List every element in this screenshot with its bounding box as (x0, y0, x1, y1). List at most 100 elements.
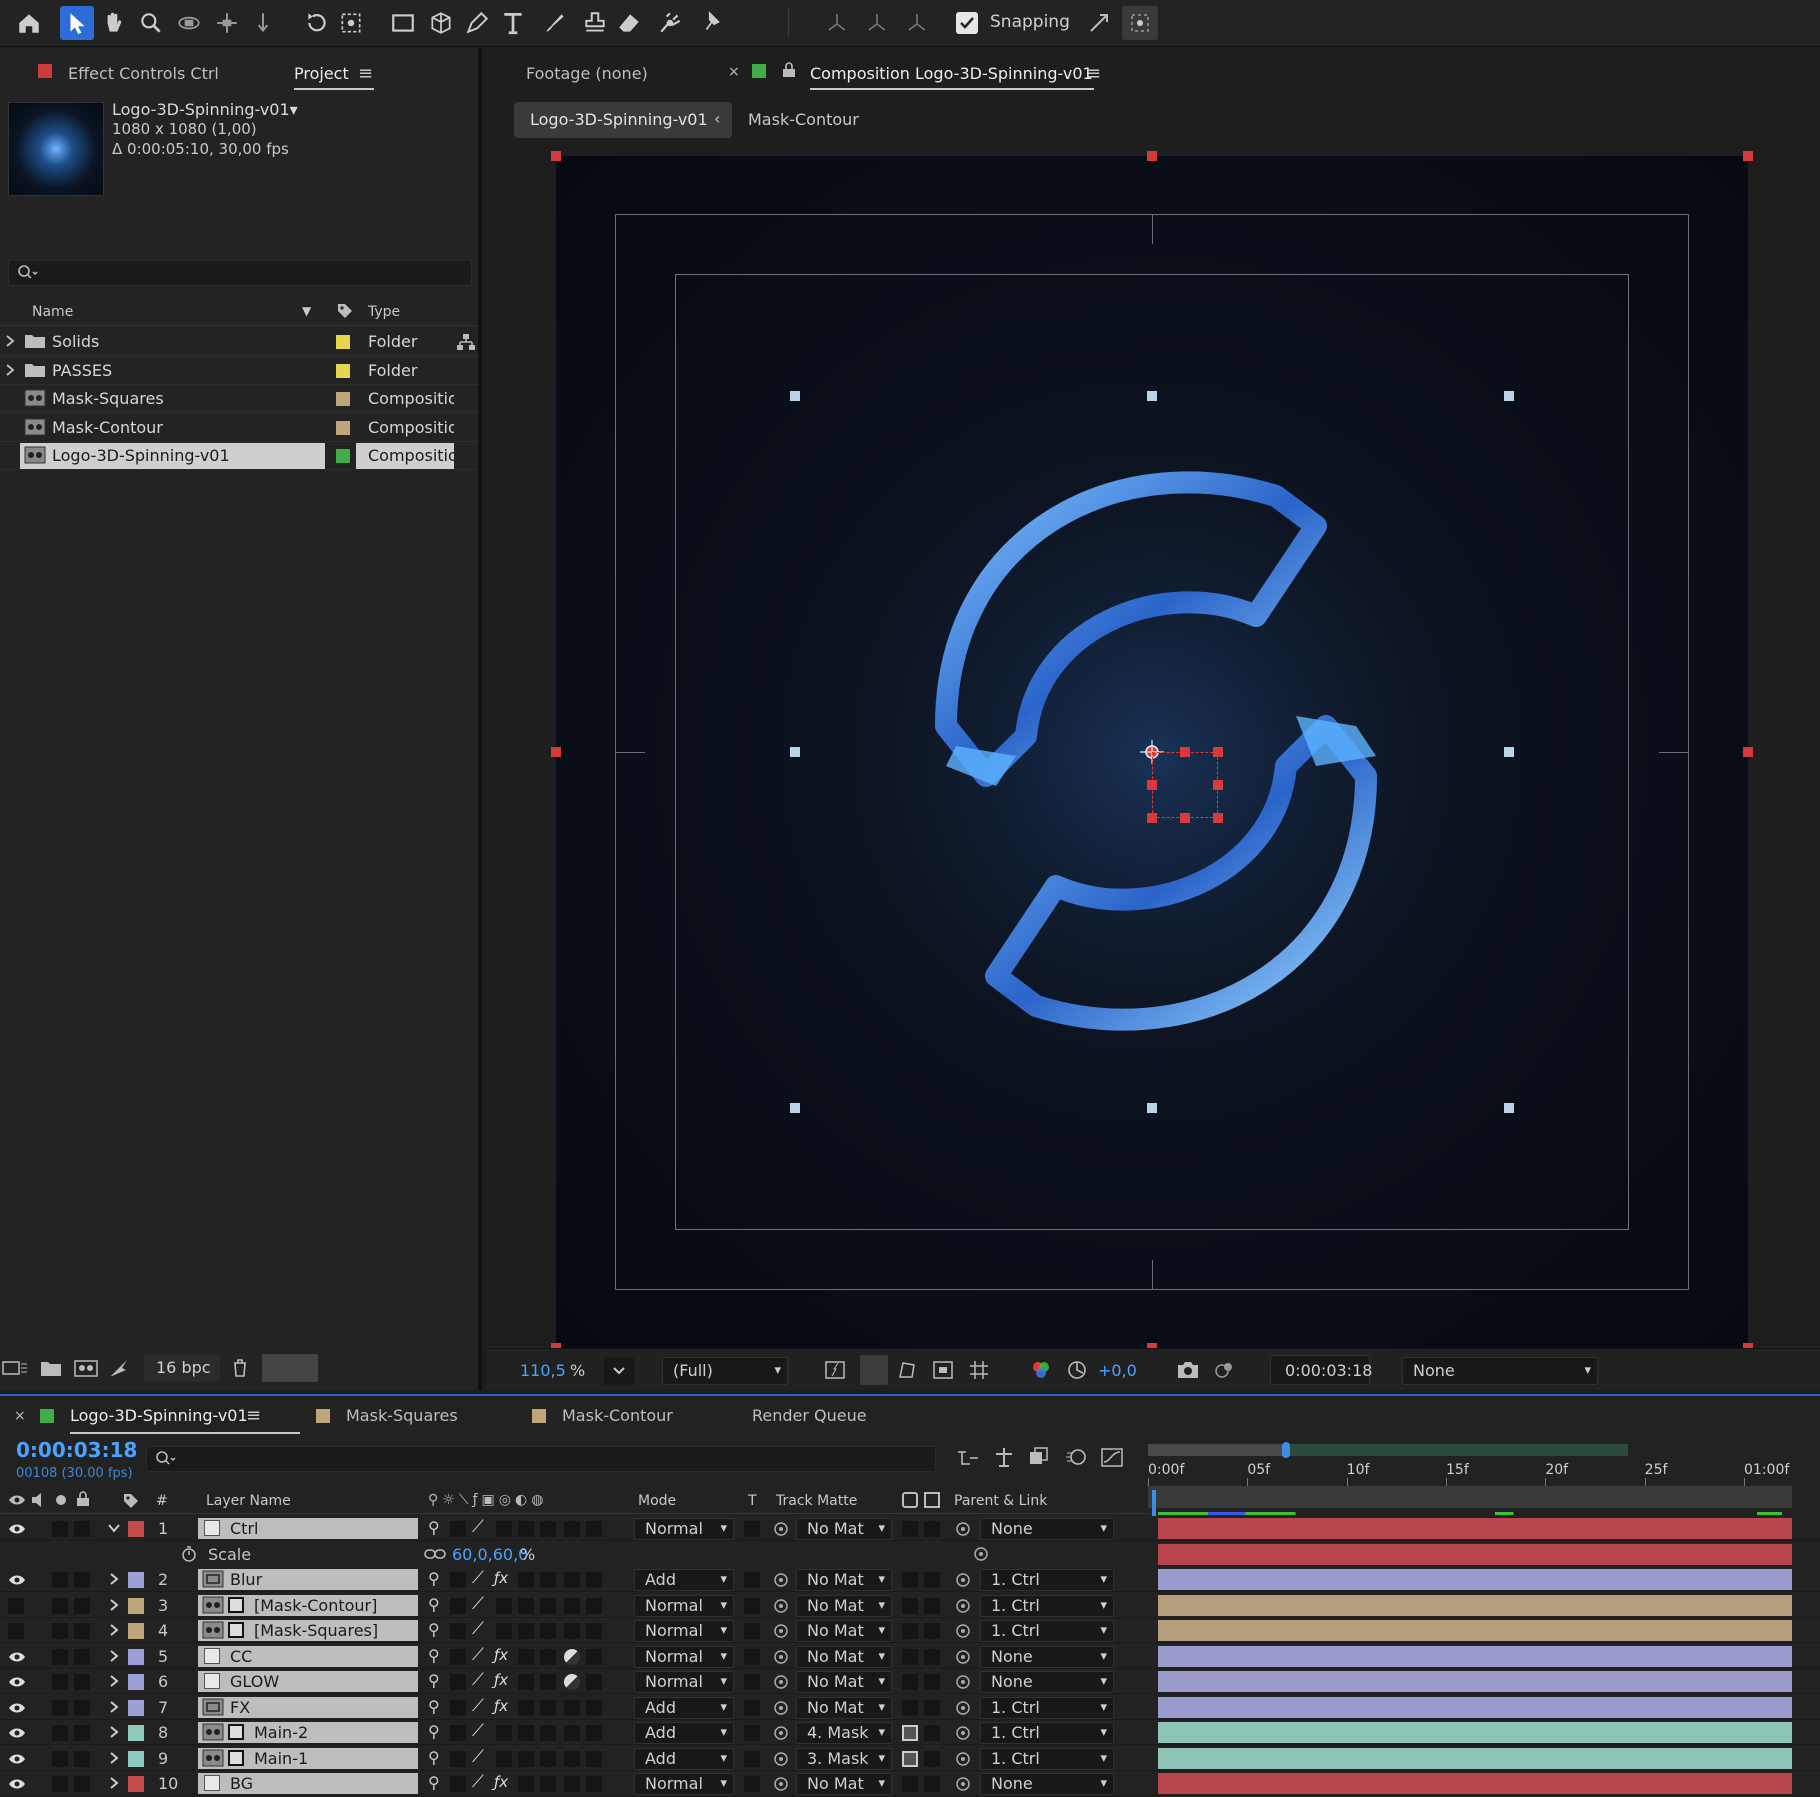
property-keyframe-track[interactable] (1158, 1543, 1792, 1565)
reset-exposure-icon[interactable] (1066, 1359, 1088, 1381)
parent-pickwhip-icon[interactable] (954, 1571, 972, 1589)
3d-layer-switch[interactable] (586, 1776, 602, 1792)
video-visibility-toggle[interactable] (8, 1597, 24, 1614)
layer-mode-dropdown[interactable]: Normal ▾ (634, 1620, 734, 1642)
layer-mode-dropdown[interactable]: Add ▾ (634, 1696, 734, 1719)
3d-layer-switch[interactable] (586, 1648, 602, 1665)
track-matte-dropdown[interactable]: No Mat ▾ (796, 1696, 892, 1719)
adjustment-switch[interactable] (564, 1597, 580, 1614)
parent-dropdown[interactable]: 1. Ctrl ▾ (980, 1696, 1114, 1719)
label-color-swatch[interactable] (336, 392, 350, 406)
snap-features-icon[interactable] (1122, 6, 1158, 40)
matte-invert-toggle[interactable] (924, 1648, 940, 1665)
lock-toggle[interactable] (74, 1674, 90, 1690)
effects-switch[interactable] (496, 1623, 512, 1639)
video-visibility-icon[interactable] (8, 1492, 26, 1508)
layer-label-color[interactable] (128, 1521, 144, 1537)
lock-toggle[interactable] (74, 1597, 90, 1614)
solo-toggle[interactable] (52, 1674, 68, 1690)
layer-transform-handle[interactable] (1504, 747, 1514, 757)
3d-layer-switch[interactable] (586, 1750, 602, 1767)
tab-effect-controls[interactable]: Effect Controls Ctrl (68, 64, 219, 83)
motion-blur-switch[interactable] (540, 1674, 556, 1690)
motion-blur-switch[interactable] (540, 1699, 556, 1716)
parent-pickwhip-icon[interactable] (954, 1750, 972, 1768)
pickwhip-icon[interactable] (772, 1750, 790, 1768)
matte-alpha-toggle[interactable] (902, 1699, 918, 1716)
quality-switch-icon[interactable]: ⟋ (472, 1670, 484, 1690)
layer-mode-dropdown[interactable]: Add ▾ (634, 1722, 734, 1744)
lock-toggle[interactable] (74, 1699, 90, 1716)
solo-toggle[interactable] (52, 1699, 68, 1716)
matte-alpha-toggle[interactable] (902, 1648, 918, 1665)
current-time-display[interactable]: 0:00:03:18 (16, 1438, 137, 1462)
interpret-footage-icon[interactable] (2, 1358, 28, 1378)
layer-row[interactable]: 9 Main-1 ⚲ ⟋ Add ▾ 3. Mask ▾ 1. Ctrl ▾ (0, 1746, 1820, 1771)
label-tag-icon[interactable] (122, 1492, 140, 1510)
pickwhip-icon[interactable] (772, 1673, 790, 1691)
breadcrumb-next[interactable]: Mask-Contour (748, 110, 859, 129)
mask-path-visibility-icon[interactable] (896, 1359, 918, 1381)
matte-alpha-icon[interactable] (902, 1750, 918, 1767)
video-visibility-icon[interactable] (8, 1700, 26, 1716)
thumbnail-transparency-swatch[interactable] (262, 1354, 318, 1382)
effects-switch[interactable] (496, 1597, 512, 1614)
matte-invert-toggle[interactable] (924, 1674, 940, 1690)
layer-row[interactable]: 5 CC ⚲ ⟋ ƒx Normal ▾ No Mat ▾ None ▾ (0, 1644, 1820, 1669)
grid-guides-icon[interactable] (968, 1359, 990, 1381)
layer-duration-bar[interactable] (1158, 1722, 1792, 1743)
track-matte-dropdown[interactable]: No Mat ▾ (796, 1518, 892, 1540)
col-type-header[interactable]: Type (368, 304, 400, 320)
work-area-handle[interactable] (1282, 1442, 1290, 1458)
breadcrumb-active[interactable]: Logo-3D-Spinning-v01 ‹ (514, 102, 732, 138)
close-tab-icon[interactable]: × (728, 64, 740, 80)
constrain-proportions-icon[interactable] (424, 1545, 446, 1563)
region-of-interest-icon[interactable] (932, 1359, 954, 1381)
parent-pickwhip-icon[interactable] (954, 1775, 972, 1793)
audio-icon[interactable] (30, 1492, 48, 1508)
pickwhip-icon[interactable] (772, 1699, 790, 1717)
matte-invert-toggle[interactable] (924, 1572, 940, 1588)
shy-layers-icon[interactable] (992, 1446, 1016, 1468)
layer-duration-bar[interactable] (1158, 1620, 1792, 1641)
motion-blur-switch[interactable] (540, 1776, 556, 1792)
motion-blur-switch[interactable] (540, 1521, 556, 1537)
collapse-switch[interactable] (450, 1699, 466, 1716)
track-matte-dropdown[interactable]: No Mat ▾ (796, 1569, 892, 1591)
expression-pickwhip-icon[interactable] (972, 1545, 990, 1563)
collapse-switch[interactable] (450, 1597, 466, 1614)
shy-switch-icon[interactable]: ⚲ (428, 1722, 440, 1741)
track-matte-dropdown[interactable]: No Mat ▾ (796, 1594, 892, 1617)
motion-blur-switch[interactable] (540, 1623, 556, 1639)
effects-switch[interactable] (496, 1521, 512, 1537)
type-tool[interactable] (496, 6, 530, 40)
lock-icon[interactable] (76, 1491, 90, 1507)
pickwhip-icon[interactable] (772, 1648, 790, 1666)
quality-switch-icon[interactable]: ⟋ (472, 1696, 484, 1716)
layer-row[interactable]: 7 FX ⚲ ⟋ ƒx Add ▾ No Mat ▾ 1. Ctrl ▾ (0, 1695, 1820, 1720)
snapping-checkbox[interactable] (956, 12, 978, 34)
eraser-tool[interactable] (612, 6, 646, 40)
roto-brush-tool[interactable] (654, 6, 688, 40)
video-visibility-icon[interactable] (8, 1725, 26, 1741)
3d-layer-switch[interactable] (586, 1572, 602, 1588)
collapse-switch[interactable] (450, 1674, 466, 1690)
layer-label-color[interactable] (128, 1648, 144, 1665)
collapse-switch[interactable] (450, 1623, 466, 1639)
matte-alpha-toggle[interactable] (902, 1776, 918, 1792)
track-matte-dropdown[interactable]: 3. Mask ▾ (796, 1747, 892, 1770)
motion-blur-switch[interactable] (540, 1725, 556, 1741)
video-visibility-icon[interactable] (8, 1521, 26, 1537)
chevron-right-icon[interactable] (106, 1724, 122, 1740)
track-matte-dropdown[interactable]: No Mat ▾ (796, 1773, 892, 1795)
layer-mode-dropdown[interactable]: Add ▾ (634, 1747, 734, 1770)
parent-dropdown[interactable]: 1. Ctrl ▾ (980, 1620, 1114, 1642)
trash-icon[interactable] (230, 1358, 250, 1378)
rectangle-tool[interactable] (386, 6, 420, 40)
comp-corner-handle[interactable] (551, 151, 561, 161)
col-layer-name-header[interactable]: Layer Name (206, 1493, 291, 1509)
layer-transform-handle[interactable] (790, 747, 800, 757)
layer-label-color[interactable] (128, 1776, 144, 1792)
adjustment-switch-icon[interactable] (564, 1648, 580, 1665)
comp-corner-handle[interactable] (1743, 151, 1753, 161)
